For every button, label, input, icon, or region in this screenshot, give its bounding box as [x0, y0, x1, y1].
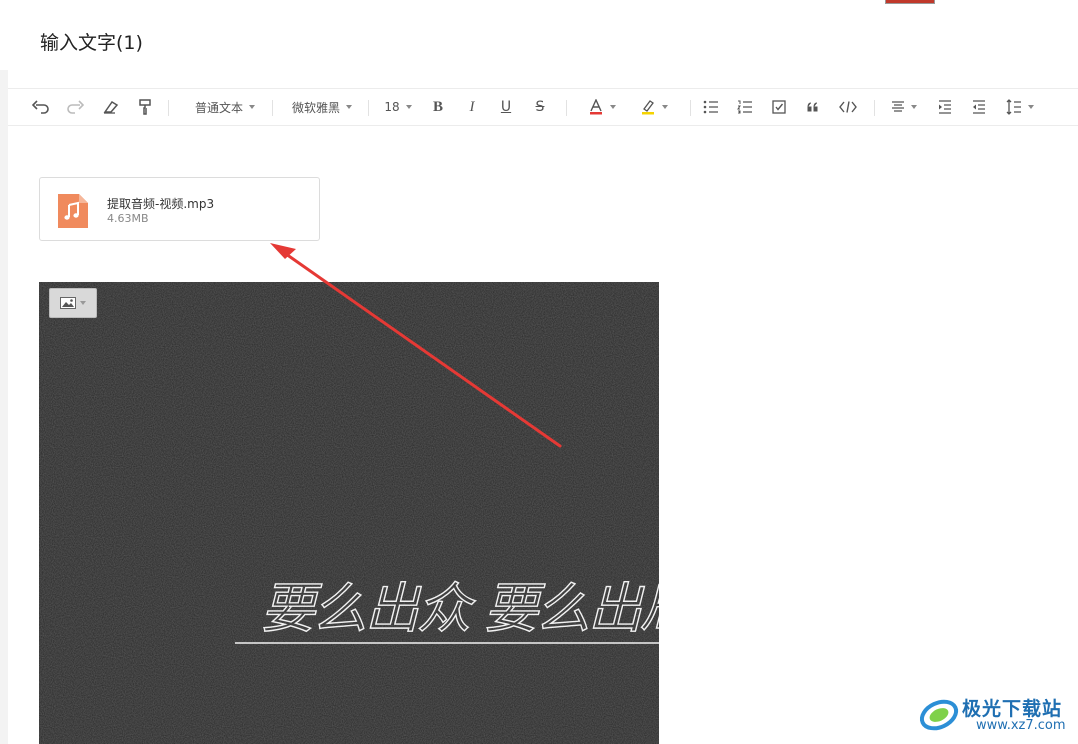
- attachment-file-name: 提取音频-视频.mp3: [107, 197, 215, 211]
- image-icon: [60, 297, 76, 309]
- quote-icon: [807, 102, 818, 112]
- highlight-color-button[interactable]: [632, 89, 676, 125]
- watermark: 极光下载站 www.xz7.com: [916, 690, 1076, 740]
- document-title[interactable]: 输入文字(1): [40, 31, 143, 55]
- toolbar-divider: [690, 100, 691, 116]
- attachment-file-size: 4.63MB: [107, 212, 149, 225]
- numbered-list-icon: [737, 100, 752, 114]
- audio-attachment-card[interactable]: 提取音频-视频.mp3 4.63MB: [39, 177, 320, 241]
- checklist-icon: [772, 100, 786, 114]
- format-painter-icon: [139, 99, 151, 115]
- redo-button[interactable]: [64, 89, 86, 125]
- italic-icon: I: [469, 98, 475, 115]
- image-background: 要么出众 要么出局: [39, 282, 659, 744]
- bold-button[interactable]: B: [428, 89, 448, 125]
- chevron-down-icon: [80, 301, 86, 305]
- music-file-icon: [58, 194, 88, 228]
- undo-icon: [32, 100, 49, 114]
- aurora-logo-icon: [919, 699, 959, 731]
- left-edge-strip: [0, 70, 8, 744]
- toolbar-divider: [168, 100, 169, 116]
- watermark-url: www.xz7.com: [976, 718, 1066, 733]
- align-icon: [892, 101, 904, 112]
- font-family-label: 微软雅黑: [291, 100, 340, 115]
- line-height-button[interactable]: [1002, 89, 1038, 125]
- top-red-tab: [885, 0, 935, 4]
- chevron-down-icon: [1028, 105, 1034, 109]
- highlight-icon: [642, 100, 654, 115]
- undo-button[interactable]: [30, 89, 52, 125]
- underline-button[interactable]: U: [496, 89, 516, 125]
- image-overlay-text: 要么出众 要么出局: [261, 577, 659, 640]
- numbered-list-button[interactable]: [734, 89, 756, 125]
- font-color-icon: [590, 99, 602, 115]
- align-button[interactable]: [886, 89, 922, 125]
- bullet-list-icon: [703, 100, 718, 114]
- editor-toolbar: 普通文本 微软雅黑 18 B I U S: [8, 88, 1078, 126]
- strikethrough-icon: S: [535, 99, 545, 115]
- font-size-select[interactable]: 18: [380, 89, 416, 125]
- toolbar-divider: [566, 100, 567, 116]
- italic-button[interactable]: I: [462, 89, 482, 125]
- clear-format-button[interactable]: [100, 89, 122, 125]
- outdent-button[interactable]: [968, 89, 990, 125]
- chevron-down-icon: [346, 105, 352, 109]
- toolbar-divider: [368, 100, 369, 116]
- eraser-icon: [103, 100, 119, 114]
- strikethrough-button[interactable]: S: [530, 89, 550, 125]
- embedded-image[interactable]: 要么出众 要么出局: [39, 282, 659, 744]
- code-button[interactable]: [836, 89, 860, 125]
- image-options-button[interactable]: [49, 288, 97, 318]
- bullet-list-button[interactable]: [700, 89, 722, 125]
- chevron-down-icon: [405, 105, 412, 109]
- chevron-down-icon: [911, 105, 917, 109]
- code-icon: [839, 101, 857, 113]
- redo-icon: [67, 100, 84, 114]
- chevron-down-icon: [662, 105, 668, 109]
- checklist-button[interactable]: [768, 89, 790, 125]
- toolbar-divider: [272, 100, 273, 116]
- underline-icon: U: [500, 99, 512, 115]
- indent-button[interactable]: [934, 89, 956, 125]
- quote-button[interactable]: [802, 89, 824, 125]
- chevron-down-icon: [610, 105, 616, 109]
- toolbar-divider: [874, 100, 875, 116]
- font-family-select[interactable]: 微软雅黑: [287, 89, 357, 125]
- indent-icon: [939, 100, 951, 114]
- chevron-down-icon: [249, 105, 255, 109]
- bold-icon: B: [432, 98, 443, 115]
- font-color-button[interactable]: [582, 89, 622, 125]
- paragraph-style-select[interactable]: 普通文本: [190, 89, 260, 125]
- line-height-icon: [1006, 99, 1021, 115]
- font-size-label: 18: [384, 100, 400, 114]
- format-painter-button[interactable]: [134, 89, 156, 125]
- watermark-name: 极光下载站: [962, 698, 1063, 720]
- outdent-icon: [973, 100, 985, 114]
- paragraph-style-label: 普通文本: [194, 100, 243, 115]
